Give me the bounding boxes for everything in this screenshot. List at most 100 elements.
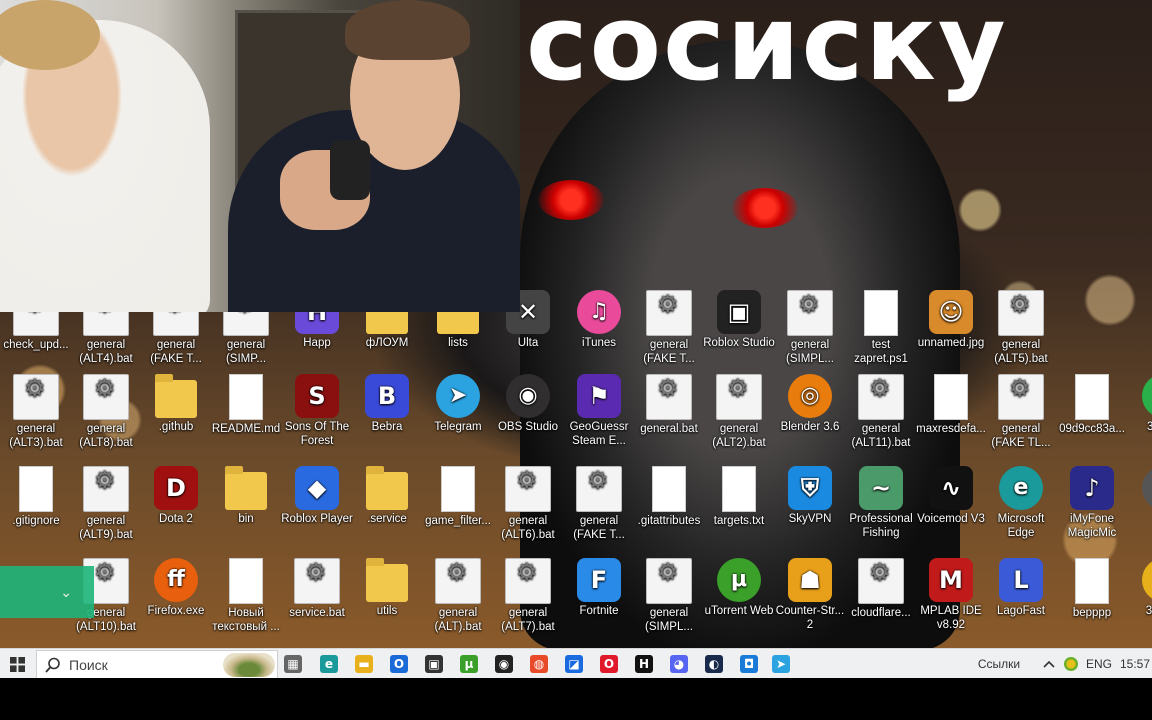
desktop-icon-label: check_upd... [3, 339, 69, 351]
desktop-icon[interactable]: ♫ iTunes [563, 290, 635, 350]
desktop-icon[interactable]: .gitignore [0, 466, 72, 528]
desktop-icon[interactable]: general (FAKE T... [563, 466, 635, 542]
desktop-icon[interactable]: .gitattributes [633, 466, 705, 528]
desktop-icon[interactable]: S Sons Of The Forest [281, 374, 353, 448]
desktop-icon[interactable]: .github [140, 374, 212, 434]
desktop-icon[interactable]: ~ Professional Fishing [845, 466, 917, 540]
desktop-icon[interactable]: ▣ Roblox Studio [703, 290, 775, 350]
desktop-icon[interactable]: general.bat [633, 374, 705, 436]
desktop-icon[interactable]: 09d9cc83a... [1056, 374, 1128, 436]
desktop-icon-label: LagoFast [997, 605, 1045, 617]
telegram-icon[interactable]: ➤ [772, 655, 790, 673]
desktop-icon[interactable]: general (ALT9).bat [70, 466, 142, 542]
desktop-icon[interactable]: README.md [210, 374, 282, 436]
desktop-icon[interactable]: ⛨ SkyVPN [774, 466, 846, 526]
document-icon [1075, 558, 1109, 604]
language-indicator[interactable]: ENG [1084, 649, 1114, 679]
taskbar-search[interactable] [36, 650, 278, 680]
desktop-icon[interactable]: general (ALT2).bat [703, 374, 775, 450]
desktop-icon[interactable]: game_filter... [422, 466, 494, 528]
desktop-icon[interactable]: bepppp [1056, 558, 1128, 620]
vscode-icon[interactable]: ◪ [565, 655, 583, 673]
desktop-icon-label: 360 Se [1145, 605, 1152, 617]
discord-icon[interactable]: ◕ [670, 655, 688, 673]
desktop-icon[interactable]: ◎ Blender 3.6 [774, 374, 846, 434]
chevron-down-icon[interactable]: ⌄ [60, 584, 72, 601]
desktop-icon[interactable]: cloudflare... [845, 558, 917, 620]
desktop-icon[interactable]: F FL [1128, 466, 1152, 526]
desktop-icon[interactable]: D Dota 2 [140, 466, 212, 526]
search-input[interactable] [67, 656, 231, 674]
desktop-icon[interactable]: e Microsoft Edge [985, 466, 1057, 540]
desktop-icon[interactable]: general (FAKE T... [633, 290, 705, 366]
desktop-icon[interactable]: .service [351, 466, 423, 526]
desktop-icon-label: general (FAKE TL... [991, 423, 1051, 449]
app3-icon[interactable]: ◘ [740, 655, 758, 673]
desktop-icon[interactable]: maxresdefa... [915, 374, 987, 436]
notification-widget[interactable]: ⌄ [0, 566, 94, 618]
desktop-icon-label: bin [238, 513, 254, 525]
desktop-icon[interactable]: general (ALT8).bat [70, 374, 142, 450]
desktop-icon[interactable]: general (ALT5).bat [985, 290, 1057, 366]
desktop-icon-label: maxresdefa... [916, 423, 986, 435]
utorrent-icon[interactable]: μ [460, 655, 478, 673]
steam-icon[interactable]: ◐ [705, 655, 723, 673]
desktop-icon[interactable]: ∿ Voicemod V3 [915, 466, 987, 526]
desktop-icon[interactable]: ⚑ GeoGuessr Steam E... [563, 374, 635, 448]
desktop-icon[interactable]: L LagoFast [985, 558, 1057, 618]
desktop-icon[interactable]: ➤ Telegram [422, 374, 494, 434]
start-button[interactable] [4, 649, 30, 679]
desktop-icon-label: uTorrent Web [704, 605, 774, 617]
desktop-icon[interactable]: targets.txt [703, 466, 775, 528]
desktop-icon[interactable]: ♪ iMyFone MagicMic [1056, 466, 1128, 540]
desktop-icon[interactable]: service.bat [281, 558, 353, 620]
batch-file-icon [646, 290, 692, 336]
app-icon: ♪ [1070, 466, 1114, 510]
tray-app-icon[interactable] [1062, 649, 1080, 679]
edge-icon[interactable]: e [320, 655, 338, 673]
desktop-icon[interactable]: B Bebra [351, 374, 423, 434]
chrome-icon[interactable]: ◍ [530, 655, 548, 673]
desktop-icon[interactable]: ﬀ Firefox.exe [140, 558, 212, 618]
desktop-icon[interactable]: test zapret.ps1 [845, 290, 917, 366]
desktop-icon[interactable]: F Fortnite [563, 558, 635, 618]
desktop-icon[interactable]: general (ALT6).bat [492, 466, 564, 542]
desktop-icon[interactable]: 3 360 Br [1128, 374, 1152, 434]
outlook-icon[interactable]: O [390, 655, 408, 673]
desktop-icon[interactable]: general (ALT7).bat [492, 558, 564, 634]
app2-icon[interactable]: ◉ [495, 655, 513, 673]
desktop-icon[interactable]: ☺ unnamed.jpg [915, 290, 987, 350]
desktop-icon[interactable]: μ uTorrent Web [703, 558, 775, 618]
links-toolbar[interactable]: Ссылки [972, 649, 1026, 679]
desktop-icon[interactable]: utils [351, 558, 423, 618]
desktop-icon[interactable]: general (SIMPL... [633, 558, 705, 634]
desktop-icon-label: bepppp [1072, 607, 1112, 619]
explorer-icon[interactable]: ▬ [355, 655, 373, 673]
desktop-icon[interactable]: ◉ OBS Studio [492, 374, 564, 434]
desktop-icon[interactable]: general (ALT).bat [422, 558, 494, 634]
clock[interactable]: 15:57 [1118, 649, 1152, 679]
app-icon: 3 [1142, 374, 1152, 418]
desktop-icon[interactable]: Новый текстовый ... [210, 558, 282, 634]
desktop-icon[interactable]: M MPLAB IDE v8.92 [915, 558, 987, 632]
desktop-icon[interactable]: general (FAKE TL... [985, 374, 1057, 450]
app-icon[interactable]: ▣ [425, 655, 443, 673]
desktop-icon-label: FL [1128, 512, 1152, 526]
desktop-icon[interactable]: general (SIMPL... [774, 290, 846, 366]
opera-icon[interactable]: O [600, 655, 618, 673]
desktop-icon-label: general (ALT7).bat [501, 607, 555, 633]
desktop-icon[interactable]: ☗ Counter-Str... 2 [774, 558, 846, 632]
desktop-icon[interactable]: bin [210, 466, 282, 526]
desktop-icon[interactable]: general (ALT11).bat [845, 374, 917, 450]
desktop-icon-label: 360 Br [1147, 421, 1152, 433]
document-icon [229, 374, 263, 420]
task-view-icon[interactable]: ▦ [284, 655, 302, 673]
h-app-icon[interactable]: H [635, 655, 653, 673]
chevron-up-icon[interactable] [1040, 649, 1058, 679]
desktop-icon-label: фЛОУМ [365, 337, 409, 349]
desktop-icon[interactable]: ◆ Roblox Player [281, 466, 353, 526]
video-letterbox [0, 678, 1152, 720]
desktop-icon-label: game_filter... [425, 515, 491, 527]
desktop-icon[interactable]: general (ALT3).bat [0, 374, 72, 450]
desktop-icon[interactable]: 3 360 Se [1128, 558, 1152, 618]
